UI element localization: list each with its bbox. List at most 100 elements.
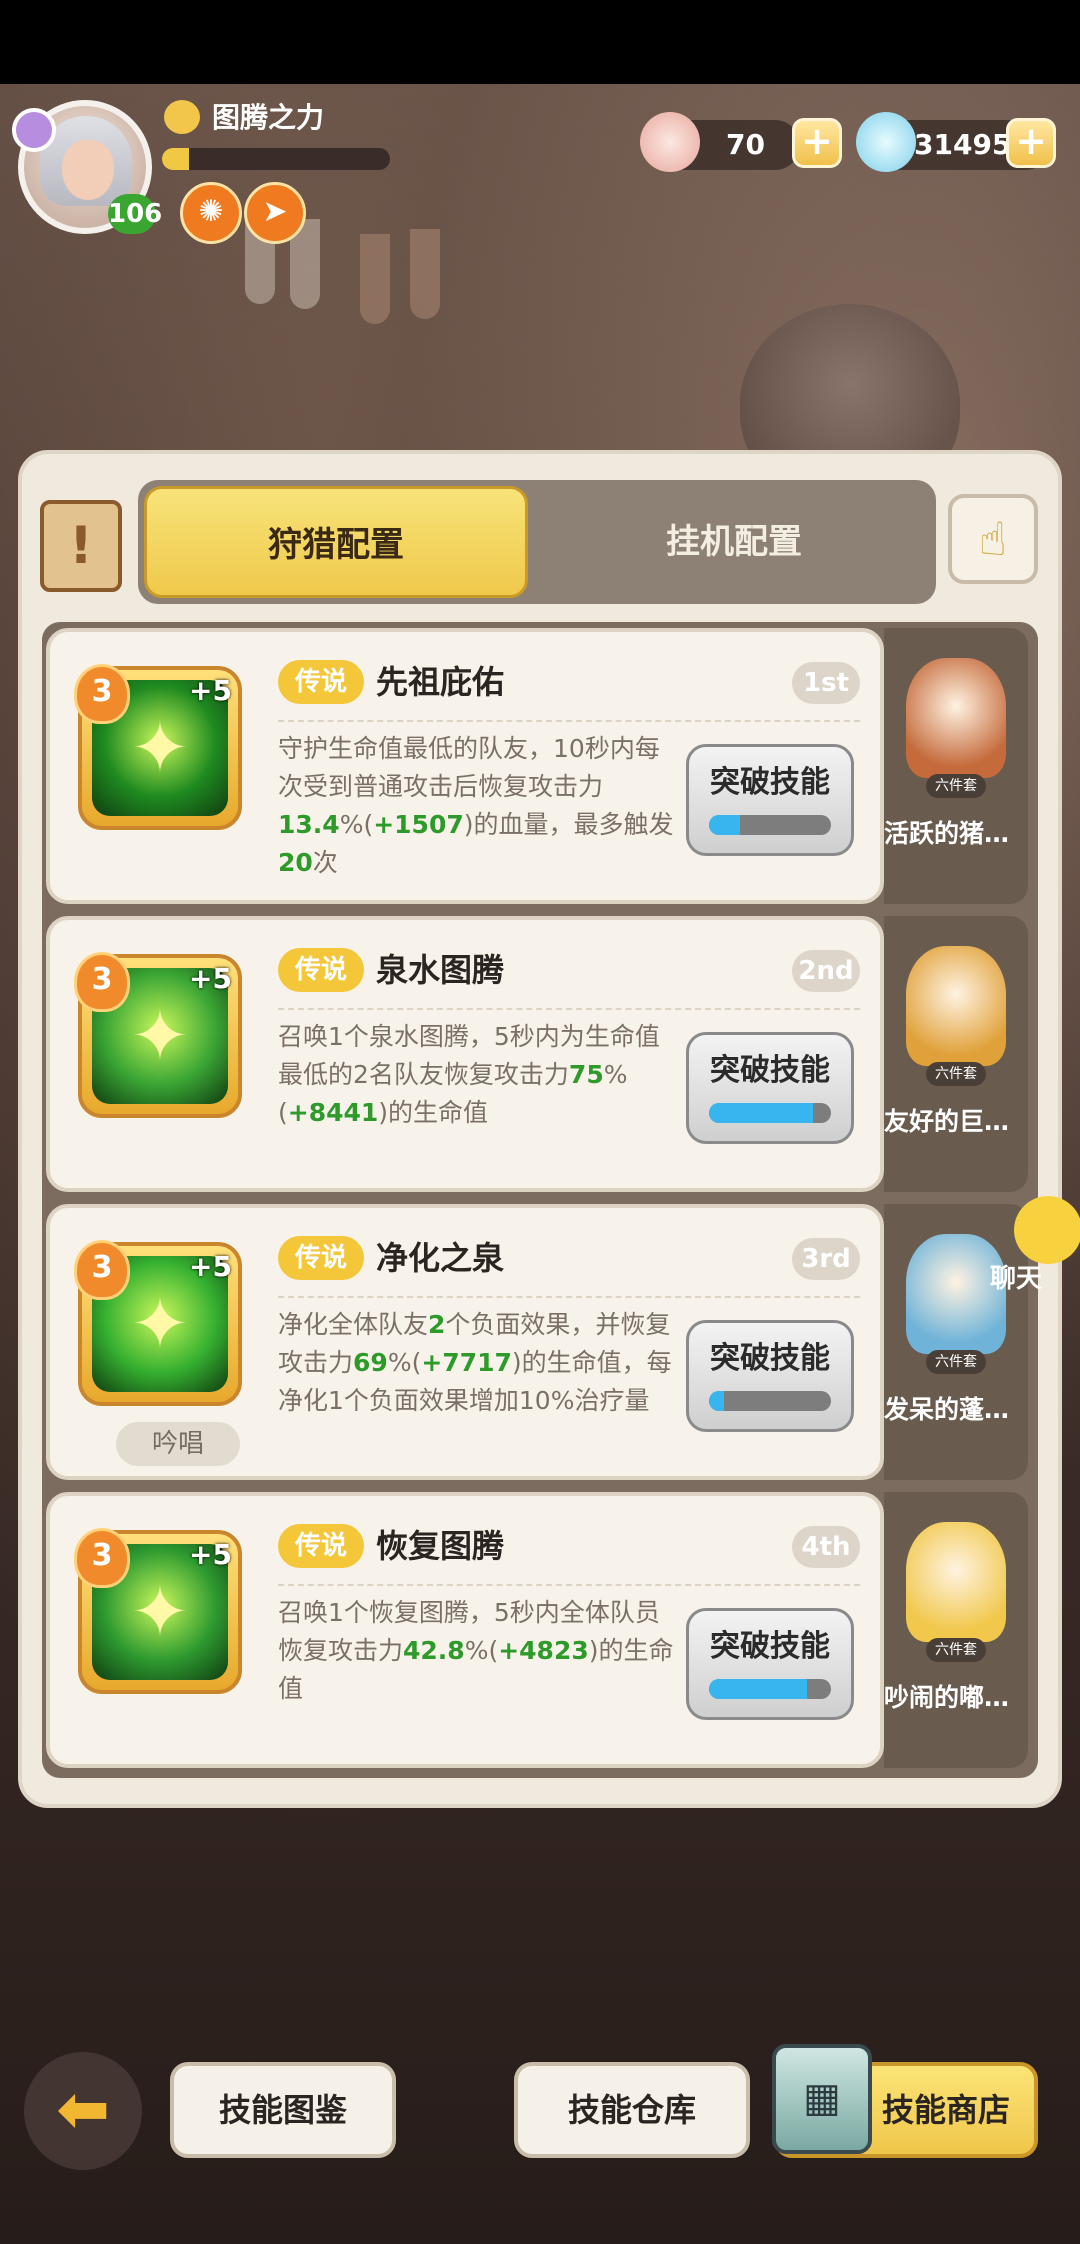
avatar-frame-badge-icon bbox=[12, 108, 56, 152]
description-text: %( bbox=[464, 1636, 499, 1665]
pet-figure bbox=[906, 1522, 1006, 1642]
player-title: 图腾之力 bbox=[212, 101, 325, 134]
skill-card[interactable]: ✦ 3 +5 传说 恢复图腾 4th 召唤1个恢复图腾，5秒内全体队员恢复攻击力… bbox=[46, 1492, 884, 1768]
back-button[interactable]: ⬅ bbox=[24, 2052, 142, 2170]
skill-icon-frame[interactable]: ✦ 3 +5 bbox=[74, 1240, 242, 1406]
breakthrough-label: 突破技能 bbox=[710, 765, 830, 800]
breakthrough-progress bbox=[709, 815, 831, 835]
rarity-badge: 传说 bbox=[278, 1236, 364, 1280]
status-bar bbox=[0, 0, 1080, 84]
set-name: 友好的巨… bbox=[884, 1107, 1010, 1136]
tab-idle-config[interactable]: 挂机配置 bbox=[538, 486, 930, 598]
rarity-badge: 传说 bbox=[278, 1524, 364, 1568]
skill-icon-frame[interactable]: ✦ 3 +5 bbox=[74, 1528, 242, 1694]
breakthrough-progress-fill bbox=[709, 1679, 807, 1699]
skill-plus-level: +5 bbox=[189, 1538, 232, 1571]
chant-tag: 吟唱 bbox=[116, 1422, 240, 1466]
equipment-set-card[interactable]: 六件套 友好的巨… bbox=[884, 916, 1028, 1192]
skill-level-badge: 3 bbox=[74, 664, 130, 724]
orange-gear-buff-icon[interactable]: ✺ bbox=[180, 182, 242, 244]
breakthrough-skill-button[interactable]: 突破技能 bbox=[686, 744, 854, 856]
skill-warehouse-button[interactable]: 技能仓库 bbox=[514, 2062, 750, 2158]
description-text: %( bbox=[339, 810, 374, 839]
pet-figure bbox=[906, 946, 1006, 1066]
breakthrough-skill-button[interactable]: 突破技能 bbox=[686, 1032, 854, 1144]
breakthrough-progress bbox=[709, 1103, 831, 1123]
chat-label: 聊天 bbox=[990, 1264, 1043, 1294]
breakthrough-label: 突破技能 bbox=[710, 1053, 830, 1088]
highlight-value: 13.4 bbox=[278, 810, 340, 839]
orange-bolt-buff-icon[interactable]: ➤ bbox=[244, 182, 306, 244]
description-text: 守护生命值最低的队友，10秒内每次受到普通攻击后恢复攻击力 bbox=[278, 734, 660, 801]
skill-rank: 4th bbox=[792, 1526, 860, 1568]
equipment-set-card[interactable]: 六件套 活跃的猪… bbox=[884, 628, 1028, 904]
highlight-value: 20 bbox=[278, 848, 313, 877]
card-divider bbox=[278, 1008, 860, 1010]
highlight-value: 69 bbox=[353, 1348, 388, 1377]
description-text: 次 bbox=[312, 848, 338, 877]
skill-level-badge: 3 bbox=[74, 1240, 130, 1300]
skill-codex-button[interactable]: 技能图鉴 bbox=[170, 2062, 396, 2158]
skill-plus-level: +5 bbox=[189, 1250, 232, 1283]
skill-rank: 1st bbox=[792, 662, 860, 704]
skill-card[interactable]: ✦ 3 +5 吟唱 传说 净化之泉 3rd 净化全体队友2个负面效果，并恢复攻击… bbox=[46, 1204, 884, 1480]
tap-guide-icon[interactable]: ☝ bbox=[948, 494, 1038, 584]
card-divider bbox=[278, 1584, 860, 1586]
description-text: 净化全体队友 bbox=[278, 1310, 429, 1339]
highlight-value: 2 bbox=[428, 1310, 446, 1339]
set-tag: 六件套 bbox=[926, 1638, 986, 1662]
player-level: 106 bbox=[108, 194, 162, 234]
breakthrough-skill-button[interactable]: 突破技能 bbox=[686, 1320, 854, 1432]
add-diamond-button[interactable]: + bbox=[1006, 118, 1056, 168]
highlight-value: 42.8 bbox=[403, 1636, 465, 1665]
skill-plus-level: +5 bbox=[189, 962, 232, 995]
set-name: 发呆的蓬… bbox=[884, 1395, 1010, 1424]
breakthrough-progress-fill bbox=[709, 1103, 813, 1123]
fang-decoration bbox=[360, 234, 390, 324]
description-text: )的生命值 bbox=[378, 1098, 489, 1127]
highlight-value: +8441 bbox=[287, 1098, 379, 1127]
skill-description: 召唤1个恢复图腾，5秒内全体队员恢复攻击力42.8%(+4823)的生命值 bbox=[278, 1594, 678, 1708]
breakthrough-progress bbox=[709, 1391, 831, 1411]
rarity-badge: 传说 bbox=[278, 660, 364, 704]
skill-description: 守护生命值最低的队友，10秒内每次受到普通攻击后恢复攻击力 13.4%(+1507… bbox=[278, 730, 678, 882]
skill-card[interactable]: ✦ 3 +5 传说 先祖庇佑 1st 守护生命值最低的队友，10秒内每次受到普通… bbox=[46, 628, 884, 904]
title-emblem-icon bbox=[164, 100, 200, 134]
equipment-set-card[interactable]: 六件套 吵闹的嘟… bbox=[884, 1492, 1028, 1768]
skill-name: 泉水图腾 bbox=[376, 951, 505, 989]
breakthrough-progress-fill bbox=[709, 815, 740, 835]
card-divider bbox=[278, 720, 860, 722]
diamond-currency-icon bbox=[856, 112, 916, 172]
exp-bar bbox=[162, 148, 390, 170]
shell-currency-icon bbox=[640, 112, 700, 172]
scroll-notice-icon[interactable]: ! bbox=[40, 500, 122, 592]
config-tabs: 狩猎配置 挂机配置 bbox=[138, 480, 936, 604]
skill-name: 净化之泉 bbox=[376, 1239, 505, 1277]
add-shell-button[interactable]: + bbox=[792, 118, 842, 168]
description-text: %( bbox=[387, 1348, 422, 1377]
skill-shop-icon: ▦ bbox=[772, 2044, 872, 2154]
skill-card[interactable]: ✦ 3 +5 传说 泉水图腾 2nd 召唤1个泉水图腾，5秒内为生命值最低的2名… bbox=[46, 916, 884, 1192]
set-tag: 六件套 bbox=[926, 1062, 986, 1086]
skill-rank: 3rd bbox=[792, 1238, 860, 1280]
skill-icon-frame[interactable]: ✦ 3 +5 bbox=[74, 952, 242, 1118]
card-divider bbox=[278, 1296, 860, 1298]
skill-icon-frame[interactable]: ✦ 3 +5 bbox=[74, 664, 242, 830]
skill-level-badge: 3 bbox=[74, 952, 130, 1012]
breakthrough-skill-button[interactable]: 突破技能 bbox=[686, 1608, 854, 1720]
set-tag: 六件套 bbox=[926, 774, 986, 798]
skill-description: 净化全体队友2个负面效果，并恢复攻击力69%(+7717)的生命值，每净化1个负… bbox=[278, 1306, 678, 1420]
description-text: )的血量，最多触发 bbox=[463, 810, 674, 839]
highlight-value: +1507 bbox=[373, 810, 464, 839]
skill-name: 先祖庇佑 bbox=[376, 663, 505, 701]
chat-button[interactable]: 聊天 bbox=[976, 1196, 1080, 1296]
exp-fill bbox=[162, 148, 190, 170]
pet-figure bbox=[906, 658, 1006, 778]
skill-rank: 2nd bbox=[792, 950, 860, 992]
shell-currency-value: 70 bbox=[726, 128, 765, 161]
breakthrough-label: 突破技能 bbox=[710, 1341, 830, 1376]
skill-plus-level: +5 bbox=[189, 674, 232, 707]
tab-hunt-config[interactable]: 狩猎配置 bbox=[144, 486, 528, 598]
skill-level-badge: 3 bbox=[74, 1528, 130, 1588]
fang-decoration bbox=[410, 229, 440, 319]
